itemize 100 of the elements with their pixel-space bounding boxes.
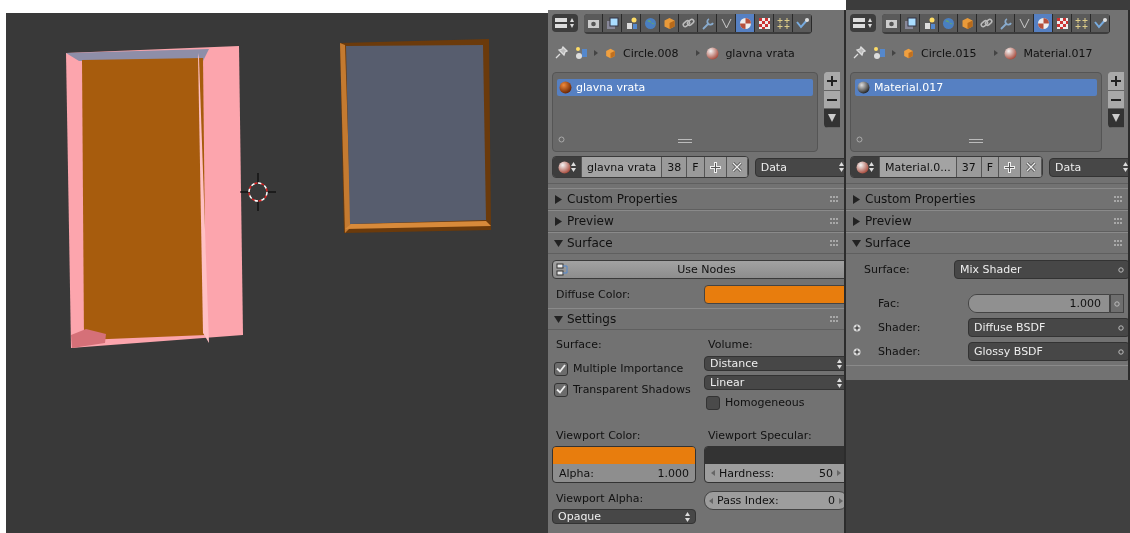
properties-tab[interactable] bbox=[977, 14, 996, 32]
dropdown[interactable]: Linear bbox=[704, 375, 844, 390]
drag-grip-icon[interactable] bbox=[830, 195, 838, 203]
properties-tab[interactable] bbox=[1034, 14, 1053, 32]
properties-tab[interactable] bbox=[755, 14, 774, 32]
field-label: Viewport Color: bbox=[555, 429, 642, 442]
field-label: Viewport Specular: bbox=[707, 429, 813, 442]
3d-viewport[interactable] bbox=[6, 13, 548, 533]
panel-header[interactable]: Settings bbox=[548, 308, 844, 330]
properties-tab[interactable] bbox=[622, 14, 641, 32]
panel-header[interactable]: Custom Properties bbox=[846, 188, 1128, 210]
3d-cursor-icon[interactable] bbox=[239, 172, 277, 212]
slot-menu-button[interactable] bbox=[824, 109, 840, 128]
properties-tab[interactable] bbox=[1015, 14, 1034, 32]
filter-dot-icon[interactable] bbox=[856, 136, 863, 143]
up-down-arrows-icon bbox=[571, 162, 576, 172]
socket-button[interactable] bbox=[1110, 294, 1124, 313]
link-dropdown[interactable]: Data bbox=[1049, 157, 1128, 177]
up-down-arrows-icon bbox=[1123, 162, 1128, 172]
checkmark-icon bbox=[556, 364, 566, 373]
slot-menu-button[interactable] bbox=[1108, 109, 1124, 128]
resize-handle-icon[interactable] bbox=[678, 139, 692, 143]
editor-type-button[interactable] bbox=[552, 14, 578, 32]
panel-header[interactable]: Surface bbox=[846, 232, 1128, 254]
material-ball-icon bbox=[559, 81, 572, 94]
pin-icon[interactable] bbox=[852, 46, 866, 60]
properties-tab[interactable] bbox=[882, 14, 901, 32]
expand-plus-icon[interactable] bbox=[853, 323, 861, 332]
fake-user-button[interactable]: F bbox=[687, 157, 705, 177]
use-nodes-button[interactable]: Use Nodes bbox=[552, 260, 844, 279]
panel-header[interactable]: Preview bbox=[548, 210, 844, 232]
shader-dropdown[interactable]: Diffuse BSDF bbox=[968, 318, 1128, 337]
specular-color-swatch[interactable] bbox=[705, 447, 844, 464]
expanded-triangle-icon bbox=[852, 238, 861, 248]
panel-header[interactable]: Surface bbox=[548, 232, 844, 254]
properties-tab[interactable] bbox=[603, 14, 622, 32]
panel-header[interactable]: Custom Properties bbox=[548, 188, 844, 210]
shader-dropdown[interactable]: Mix Shader bbox=[954, 260, 1128, 279]
dropdown[interactable]: Distance bbox=[704, 356, 844, 371]
add-slot-button[interactable] bbox=[1108, 72, 1124, 91]
properties-tab[interactable] bbox=[736, 14, 755, 32]
checkbox-label: Transparent Shadows bbox=[573, 383, 691, 396]
properties-tab[interactable] bbox=[793, 14, 812, 32]
browse-material-button[interactable] bbox=[851, 157, 880, 177]
alpha-field[interactable]: Alpha: 1.000 bbox=[553, 464, 695, 482]
properties-tab[interactable] bbox=[584, 14, 603, 32]
close-icon bbox=[1026, 162, 1036, 172]
filter-dot-icon[interactable] bbox=[558, 136, 565, 143]
users-count-button[interactable]: 37 bbox=[956, 157, 982, 177]
fac-slider[interactable]: 1.000 bbox=[968, 294, 1110, 313]
dropdown[interactable]: Opaque bbox=[552, 509, 696, 524]
drag-grip-icon[interactable] bbox=[830, 315, 838, 323]
users-count-button[interactable]: 38 bbox=[662, 157, 688, 177]
properties-tab[interactable] bbox=[1053, 14, 1072, 32]
material-name-field[interactable]: Material.0... bbox=[880, 157, 957, 177]
panel-header[interactable]: Preview bbox=[846, 210, 1128, 232]
chevron-right-icon bbox=[994, 50, 999, 56]
checkbox[interactable] bbox=[706, 395, 720, 410]
resize-handle-icon[interactable] bbox=[969, 139, 983, 143]
pin-icon[interactable] bbox=[554, 46, 568, 60]
material-slot[interactable]: glavna vrata bbox=[557, 79, 813, 96]
properties-tab[interactable] bbox=[996, 14, 1015, 32]
properties-tab[interactable] bbox=[717, 14, 736, 32]
unlink-button[interactable] bbox=[1021, 157, 1042, 177]
drag-grip-icon[interactable] bbox=[830, 239, 838, 247]
drag-grip-icon[interactable] bbox=[1114, 195, 1122, 203]
new-material-button[interactable] bbox=[999, 157, 1021, 177]
expanded-triangle-icon bbox=[554, 238, 563, 248]
expand-plus-icon[interactable] bbox=[853, 347, 861, 356]
viewport-color-swatch[interactable] bbox=[553, 447, 695, 464]
properties-tab[interactable] bbox=[901, 14, 920, 32]
properties-tab[interactable] bbox=[679, 14, 698, 32]
link-dropdown[interactable]: Data bbox=[754, 157, 844, 177]
door-frame-drawing[interactable] bbox=[66, 46, 243, 348]
unlink-button[interactable] bbox=[726, 157, 748, 177]
new-material-button[interactable] bbox=[704, 157, 727, 177]
properties-tab[interactable] bbox=[1091, 14, 1110, 32]
up-down-arrows-icon bbox=[837, 377, 842, 388]
add-slot-button[interactable] bbox=[824, 72, 840, 91]
properties-tab[interactable] bbox=[958, 14, 977, 32]
socket-dot-icon bbox=[1118, 348, 1124, 355]
properties-tab[interactable] bbox=[660, 14, 679, 32]
window-frame-drawing[interactable] bbox=[340, 39, 491, 233]
browse-material-button[interactable] bbox=[553, 157, 582, 177]
diffuse-color-swatch[interactable] bbox=[704, 285, 844, 304]
properties-tab[interactable] bbox=[698, 14, 717, 32]
shader-dropdown[interactable]: Glossy BSDF bbox=[968, 342, 1128, 361]
drag-grip-icon[interactable] bbox=[1114, 239, 1122, 247]
material-name-field[interactable]: glavna vrata bbox=[582, 157, 663, 177]
properties-tab[interactable] bbox=[774, 14, 793, 32]
properties-tab[interactable] bbox=[920, 14, 939, 32]
drag-grip-icon[interactable] bbox=[1114, 217, 1122, 225]
close-icon bbox=[731, 162, 742, 172]
editor-type-button[interactable] bbox=[850, 14, 876, 32]
drag-grip-icon[interactable] bbox=[830, 217, 838, 225]
checkbox[interactable] bbox=[554, 361, 568, 376]
properties-tab[interactable] bbox=[1072, 14, 1091, 32]
material-slot[interactable]: Material.017 bbox=[855, 79, 1097, 96]
checkbox[interactable] bbox=[554, 382, 568, 397]
sparkle-icon bbox=[775, 15, 791, 31]
